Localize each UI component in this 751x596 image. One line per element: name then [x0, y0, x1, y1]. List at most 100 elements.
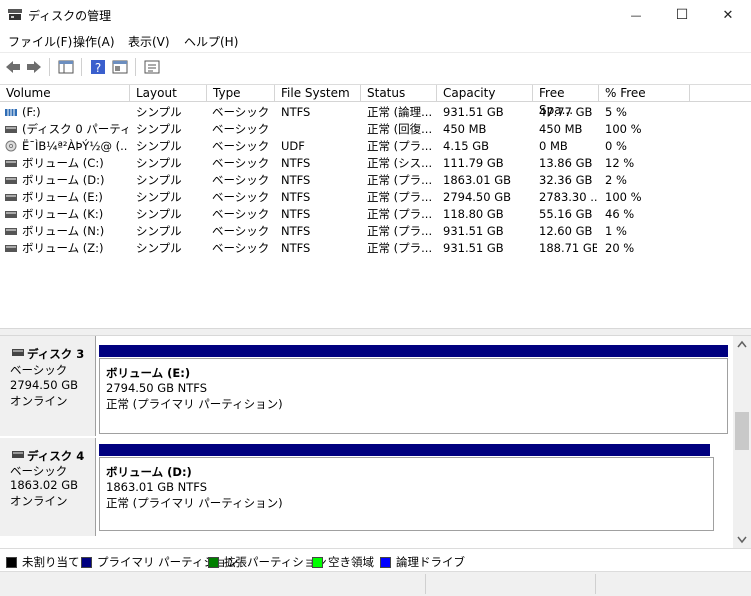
cell-percent-free: 20 %: [605, 241, 635, 255]
scroll-up-icon[interactable]: [737, 340, 747, 348]
cell-layout: シンプル: [136, 224, 182, 238]
cell-layout: シンプル: [136, 173, 182, 187]
cell-layout: シンプル: [136, 139, 182, 153]
cell-type: ベーシック: [212, 139, 270, 153]
cell-volume: ボリューム (E:): [22, 190, 103, 204]
cell-status: 正常 (プラ...: [367, 190, 433, 204]
disk-management-app-icon: [8, 9, 22, 20]
cell-volume: (F:): [22, 105, 41, 119]
menu-file[interactable]: ファイル(F): [8, 33, 72, 50]
show-hide-console-tree-icon[interactable]: [57, 58, 75, 76]
partition-d[interactable]: ボリューム (D:) 1863.01 GB NTFS 正常 (プライマリ パーテ…: [99, 457, 714, 531]
drive-icon: [5, 228, 17, 235]
cell-free-space: 32.36 GB: [539, 173, 593, 187]
table-row[interactable]: ボリューム (D:) シンプル ベーシック NTFS 正常 (プラ... 1863.01 …: [0, 172, 751, 189]
drive-icon: [5, 211, 17, 218]
table-row[interactable]: ボリューム (Z:) シンプル ベーシック NTFS 正常 (プラ... 931.51 G…: [0, 240, 751, 257]
cell-free-space: 13.86 GB: [539, 156, 593, 170]
status-divider: [425, 574, 426, 594]
column-header-volume[interactable]: Volume: [0, 85, 130, 102]
drive-icon: [5, 194, 17, 201]
toolbar: ?: [0, 52, 751, 82]
properties-icon[interactable]: [143, 58, 161, 76]
menu-help[interactable]: ヘルプ(H): [184, 33, 238, 50]
cell-capacity: 931.51 GB: [443, 224, 504, 238]
column-header-type[interactable]: Type: [207, 85, 275, 102]
action-pane-icon[interactable]: [111, 58, 129, 76]
drive-icon: [5, 126, 17, 133]
table-row[interactable]: Ë¯ÌB¼ª²ÀÞÝ½@ (... シンプル ベーシック UDF 正常 (プラ... 4.…: [0, 138, 751, 155]
cell-percent-free: 100 %: [605, 122, 642, 136]
toolbar-separator: [81, 58, 82, 76]
pane-splitter[interactable]: [0, 328, 751, 336]
table-row[interactable]: ボリューム (K:) シンプル ベーシック NTFS 正常 (プラ... 118.80 G…: [0, 206, 751, 223]
close-button[interactable]: ✕: [705, 0, 751, 30]
legend-swatch: [312, 556, 323, 568]
cell-capacity: 111.79 GB: [443, 156, 504, 170]
cell-percent-free: 5 %: [605, 105, 627, 119]
cell-file-system: NTFS: [281, 190, 311, 204]
cell-file-system: NTFS: [281, 224, 311, 238]
cell-layout: シンプル: [136, 190, 182, 204]
cell-capacity: 4.15 GB: [443, 139, 490, 153]
cell-type: ベーシック: [212, 241, 270, 255]
striped-drive-icon: [5, 109, 17, 116]
cell-layout: シンプル: [136, 105, 182, 119]
legend-bar: 未割り当て プライマリ パーティション 拡張パーティション 空き領域 論理ドライブ: [0, 548, 751, 571]
cell-free-space: 2783.30 ...: [539, 190, 597, 204]
column-header-capacity[interactable]: Capacity: [437, 85, 533, 102]
table-row[interactable]: ボリューム (C:) シンプル ベーシック NTFS 正常 (シス... 111.79 G…: [0, 155, 751, 172]
cell-free-space: 0 MB: [539, 139, 568, 153]
legend-item: 拡張パーティション: [208, 554, 327, 570]
primary-partition-bar: [99, 345, 728, 357]
cell-volume: ボリューム (K:): [22, 207, 104, 221]
legend-swatch: [6, 556, 17, 568]
maximize-icon: ☐: [675, 7, 689, 23]
table-row[interactable]: ボリューム (N:) シンプル ベーシック NTFS 正常 (プラ... 931.51 G…: [0, 223, 751, 240]
column-header-percent-free[interactable]: % Free: [599, 85, 690, 102]
legend-label: 論理ドライブ: [396, 555, 465, 569]
partition-size-fs: 2794.50 GB NTFS: [106, 381, 208, 395]
menu-view[interactable]: 表示(V): [128, 33, 170, 50]
disk-state: オンライン: [10, 394, 68, 408]
disk-size: 1863.02 GB: [10, 478, 79, 492]
maximize-button[interactable]: ☐: [659, 0, 705, 30]
cell-file-system: NTFS: [281, 173, 311, 187]
partition-e[interactable]: ボリューム (E:) 2794.50 GB NTFS 正常 (プライマリ パーテ…: [99, 358, 728, 434]
scrollbar-thumb[interactable]: [735, 412, 749, 450]
status-bar: [0, 571, 751, 596]
column-header-status[interactable]: Status: [361, 85, 437, 102]
cell-status: 正常 (プラ...: [367, 224, 433, 238]
cell-free-space: 450 MB: [539, 122, 583, 136]
cell-layout: シンプル: [136, 207, 182, 221]
table-row[interactable]: (F:) シンプル ベーシック NTFS 正常 (論理... 931.51 GB 47.77…: [0, 104, 751, 121]
cell-status: 正常 (プラ...: [367, 241, 433, 255]
column-header-layout[interactable]: Layout: [130, 85, 207, 102]
cell-volume: ボリューム (Z:): [22, 241, 104, 255]
table-row[interactable]: (ディスク 0 パーティシ... シンプル ベーシック 正常 (回復... 450 MB…: [0, 121, 751, 138]
cell-volume: ボリューム (D:): [22, 173, 105, 187]
forward-arrow-icon[interactable]: [25, 58, 43, 76]
column-header-spacer: [690, 85, 751, 102]
partition-status: 正常 (プライマリ パーティション): [106, 397, 283, 411]
partition-size-fs: 1863.01 GB NTFS: [106, 480, 208, 494]
cell-capacity: 1863.01 GB: [443, 173, 512, 187]
toolbar-separator: [49, 58, 50, 76]
column-header-free-space[interactable]: Free Spa...: [533, 85, 599, 117]
menu-action[interactable]: 操作(A): [73, 33, 115, 50]
help-icon[interactable]: ?: [89, 58, 107, 76]
scroll-down-icon[interactable]: [737, 536, 747, 544]
cell-type: ベーシック: [212, 122, 270, 136]
cell-file-system: UDF: [281, 139, 305, 153]
cell-percent-free: 0 %: [605, 139, 627, 153]
disk-4-info[interactable]: ディスク 4 ベーシック 1863.02 GB オンライン: [0, 438, 96, 536]
back-arrow-icon[interactable]: [4, 58, 22, 76]
column-header-file-system[interactable]: File System: [275, 85, 361, 102]
table-row[interactable]: ボリューム (E:) シンプル ベーシック NTFS 正常 (プラ... 2794.50 …: [0, 189, 751, 206]
optical-drive-icon: [5, 140, 17, 152]
disk-3-info[interactable]: ディスク 3 ベーシック 2794.50 GB オンライン: [0, 336, 96, 436]
minimize-button[interactable]: —: [613, 0, 659, 30]
partition-status: 正常 (プライマリ パーティション): [106, 496, 283, 510]
disk-name: ディスク 4: [27, 449, 85, 463]
cell-volume: Ë¯ÌB¼ª²ÀÞÝ½@ (...: [22, 139, 128, 153]
